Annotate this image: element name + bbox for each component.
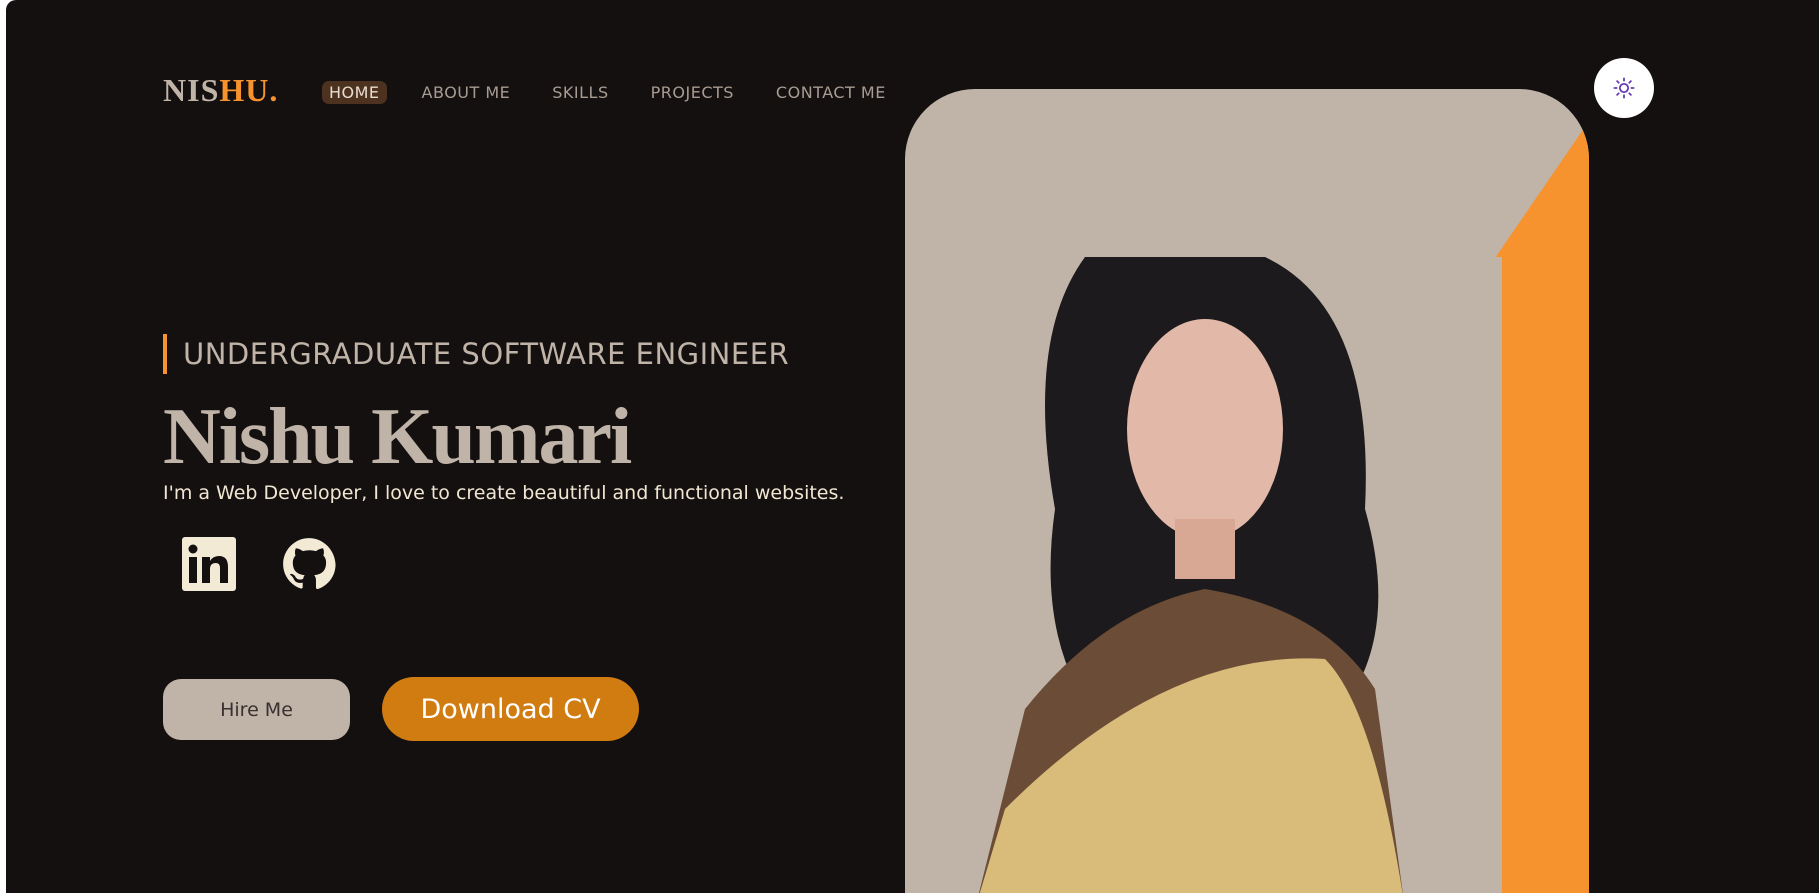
linkedin-icon: [182, 537, 236, 591]
profile-photo: [979, 121, 1589, 893]
nav-about-me[interactable]: ABOUT ME: [415, 81, 518, 104]
hero-subtitle: UNDERGRADUATE SOFTWARE ENGINEER: [163, 334, 789, 374]
linkedin-link[interactable]: [182, 537, 236, 591]
page: NISHU. HOME ABOUT ME SKILLS PROJECTS CON…: [6, 0, 1819, 893]
sun-icon: [1613, 77, 1635, 99]
github-icon: [283, 538, 336, 590]
main-nav: HOME ABOUT ME SKILLS PROJECTS CONTACT ME: [322, 81, 921, 104]
nav-contact-me[interactable]: CONTACT ME: [769, 81, 893, 104]
logo[interactable]: NISHU.: [163, 72, 278, 109]
github-link[interactable]: [282, 537, 336, 591]
nav-projects[interactable]: PROJECTS: [644, 81, 741, 104]
nav-skills[interactable]: SKILLS: [545, 81, 615, 104]
nav-home[interactable]: HOME: [322, 81, 387, 104]
download-cv-button[interactable]: Download CV: [382, 677, 639, 741]
theme-toggle-button[interactable]: [1594, 58, 1654, 118]
hero-tagline: I'm a Web Developer, I love to create be…: [163, 482, 845, 504]
profile-card: [905, 89, 1589, 893]
hero-name: Nishu Kumari: [163, 393, 632, 481]
hire-me-button[interactable]: Hire Me: [163, 679, 350, 740]
